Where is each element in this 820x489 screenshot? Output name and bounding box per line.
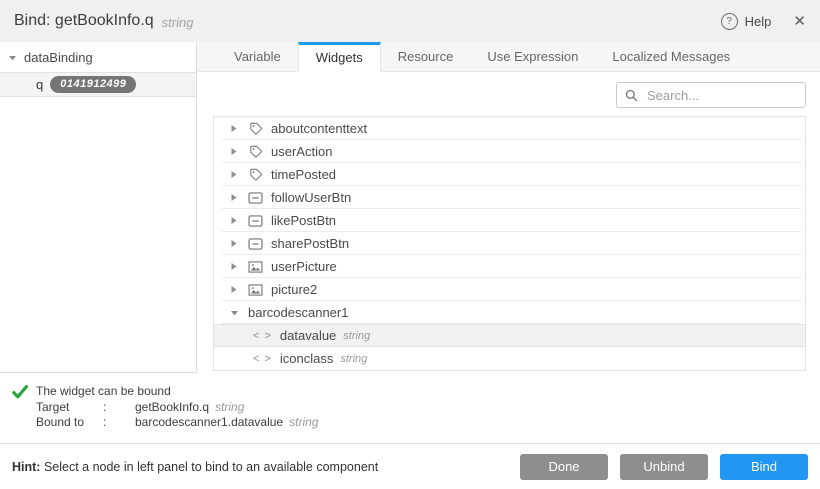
caret-right-icon[interactable]	[230, 262, 239, 271]
widget-name: picture2	[271, 282, 317, 297]
caret-right-icon[interactable]	[230, 147, 239, 156]
widget-row-userAction[interactable]: userAction	[214, 140, 805, 163]
widget-row-datavalue[interactable]: < > datavalue string	[214, 324, 805, 347]
status-row-bound-to: Bound to:barcodescanner1.datavalue string	[36, 415, 318, 430]
picture-icon	[248, 261, 263, 273]
unbind-button[interactable]: Unbind	[620, 454, 708, 480]
code-brackets-icon: < >	[253, 353, 272, 365]
success-check-icon	[12, 384, 28, 443]
code-brackets-icon: < >	[253, 330, 272, 342]
widget-row-iconclass[interactable]: < > iconclass string	[214, 347, 805, 370]
binding-source-panel: VariableWidgetsResourceUse ExpressionLoc…	[197, 42, 820, 373]
widget-name: barcodescanner1	[248, 305, 348, 320]
done-button[interactable]: Done	[520, 454, 608, 480]
tree-root-databinding[interactable]: dataBinding	[0, 42, 196, 72]
status-row-value: getBookInfo.q	[135, 400, 209, 415]
widget-row-userPicture[interactable]: userPicture	[214, 255, 805, 278]
status-row-target: Target:getBookInfo.q string	[36, 400, 318, 415]
widget-name: followUserBtn	[271, 190, 351, 205]
hint-text: Hint: Select a node in left panel to bin…	[12, 460, 378, 474]
button-icon	[248, 192, 263, 204]
hint-body: Select a node in left panel to bind to a…	[40, 460, 378, 474]
widget-name: iconclass	[280, 351, 333, 366]
status-row-label: Bound to	[36, 415, 103, 430]
button-icon	[248, 215, 263, 227]
status-row-colon: :	[103, 400, 135, 415]
caret-right-icon[interactable]	[230, 124, 239, 133]
help-button[interactable]: Help	[745, 14, 772, 29]
search-box[interactable]	[616, 82, 806, 108]
widget-list: aboutcontenttext userAction timePosted foll…	[213, 116, 806, 371]
status-text: The widget can be bound Target:getBookIn…	[36, 384, 318, 443]
tab-resource[interactable]: Resource	[381, 42, 471, 71]
widget-row-timePosted[interactable]: timePosted	[214, 163, 805, 186]
widget-name: likePostBtn	[271, 213, 336, 228]
close-icon[interactable]: ✕	[793, 14, 806, 29]
tag-icon	[248, 122, 263, 135]
caret-down-icon[interactable]	[8, 54, 17, 62]
widget-name: datavalue	[280, 328, 336, 343]
binding-status: The widget can be bound Target:getBookIn…	[0, 373, 820, 443]
tree-root-label: dataBinding	[24, 50, 93, 65]
status-message: The widget can be bound	[36, 384, 318, 399]
status-row-type: string	[215, 400, 244, 415]
caret-right-icon[interactable]	[230, 285, 239, 294]
search-row	[197, 72, 820, 116]
tree-node-q[interactable]: q 0141912499	[0, 72, 196, 97]
hint-label: Hint:	[12, 460, 40, 474]
tag-icon	[248, 168, 263, 181]
widget-row-aboutcontenttext[interactable]: aboutcontenttext	[214, 117, 805, 140]
dialog-footer: Hint: Select a node in left panel to bin…	[0, 443, 820, 489]
widget-name: userPicture	[271, 259, 337, 274]
caret-right-icon[interactable]	[230, 239, 239, 248]
tab-widgets[interactable]: Widgets	[298, 42, 381, 72]
data-binding-tree-panel: dataBinding q 0141912499	[0, 42, 197, 373]
status-row-type: string	[289, 415, 318, 430]
dialog-header: Bind: getBookInfo.q string ? Help ✕	[0, 0, 820, 42]
value-badge: 0141912499	[50, 76, 136, 93]
widget-row-picture2[interactable]: picture2	[214, 278, 805, 301]
search-icon	[625, 89, 638, 102]
widget-name: sharePostBtn	[271, 236, 349, 251]
widget-name: userAction	[271, 144, 332, 159]
tag-icon	[248, 145, 263, 158]
header-actions: ? Help ✕	[721, 13, 806, 30]
widget-row-followUserBtn[interactable]: followUserBtn	[214, 186, 805, 209]
status-row-colon: :	[103, 415, 135, 430]
widget-name: timePosted	[271, 167, 336, 182]
widget-row-barcodescanner1[interactable]: barcodescanner1	[214, 301, 805, 324]
tree-node-label: q	[36, 77, 43, 92]
search-input[interactable]	[645, 87, 797, 104]
widget-name: aboutcontenttext	[271, 121, 367, 136]
status-row-label: Target	[36, 400, 103, 415]
tab-use-expression[interactable]: Use Expression	[470, 42, 595, 71]
caret-right-icon[interactable]	[230, 170, 239, 179]
help-icon[interactable]: ?	[721, 13, 738, 30]
caret-right-icon[interactable]	[230, 193, 239, 202]
widget-row-sharePostBtn[interactable]: sharePostBtn	[214, 232, 805, 255]
tab-variable[interactable]: Variable	[217, 42, 298, 71]
widget-type-label: string	[343, 330, 370, 342]
picture-icon	[248, 284, 263, 296]
tab-localized-messages[interactable]: Localized Messages	[595, 42, 747, 71]
widget-row-likePostBtn[interactable]: likePostBtn	[214, 209, 805, 232]
dialog-title-type: string	[162, 13, 194, 30]
button-icon	[248, 238, 263, 250]
widget-type-label: string	[340, 353, 367, 365]
bind-button[interactable]: Bind	[720, 454, 808, 480]
tab-strip: VariableWidgetsResourceUse ExpressionLoc…	[197, 42, 820, 72]
status-rows: Target:getBookInfo.qstringBound to:barco…	[36, 400, 318, 430]
status-row-value: barcodescanner1.datavalue	[135, 415, 283, 430]
dialog-title: Bind: getBookInfo.q	[14, 12, 154, 30]
caret-down-icon[interactable]	[230, 309, 239, 317]
footer-buttons: Done Unbind Bind	[520, 454, 808, 480]
caret-right-icon[interactable]	[230, 216, 239, 225]
